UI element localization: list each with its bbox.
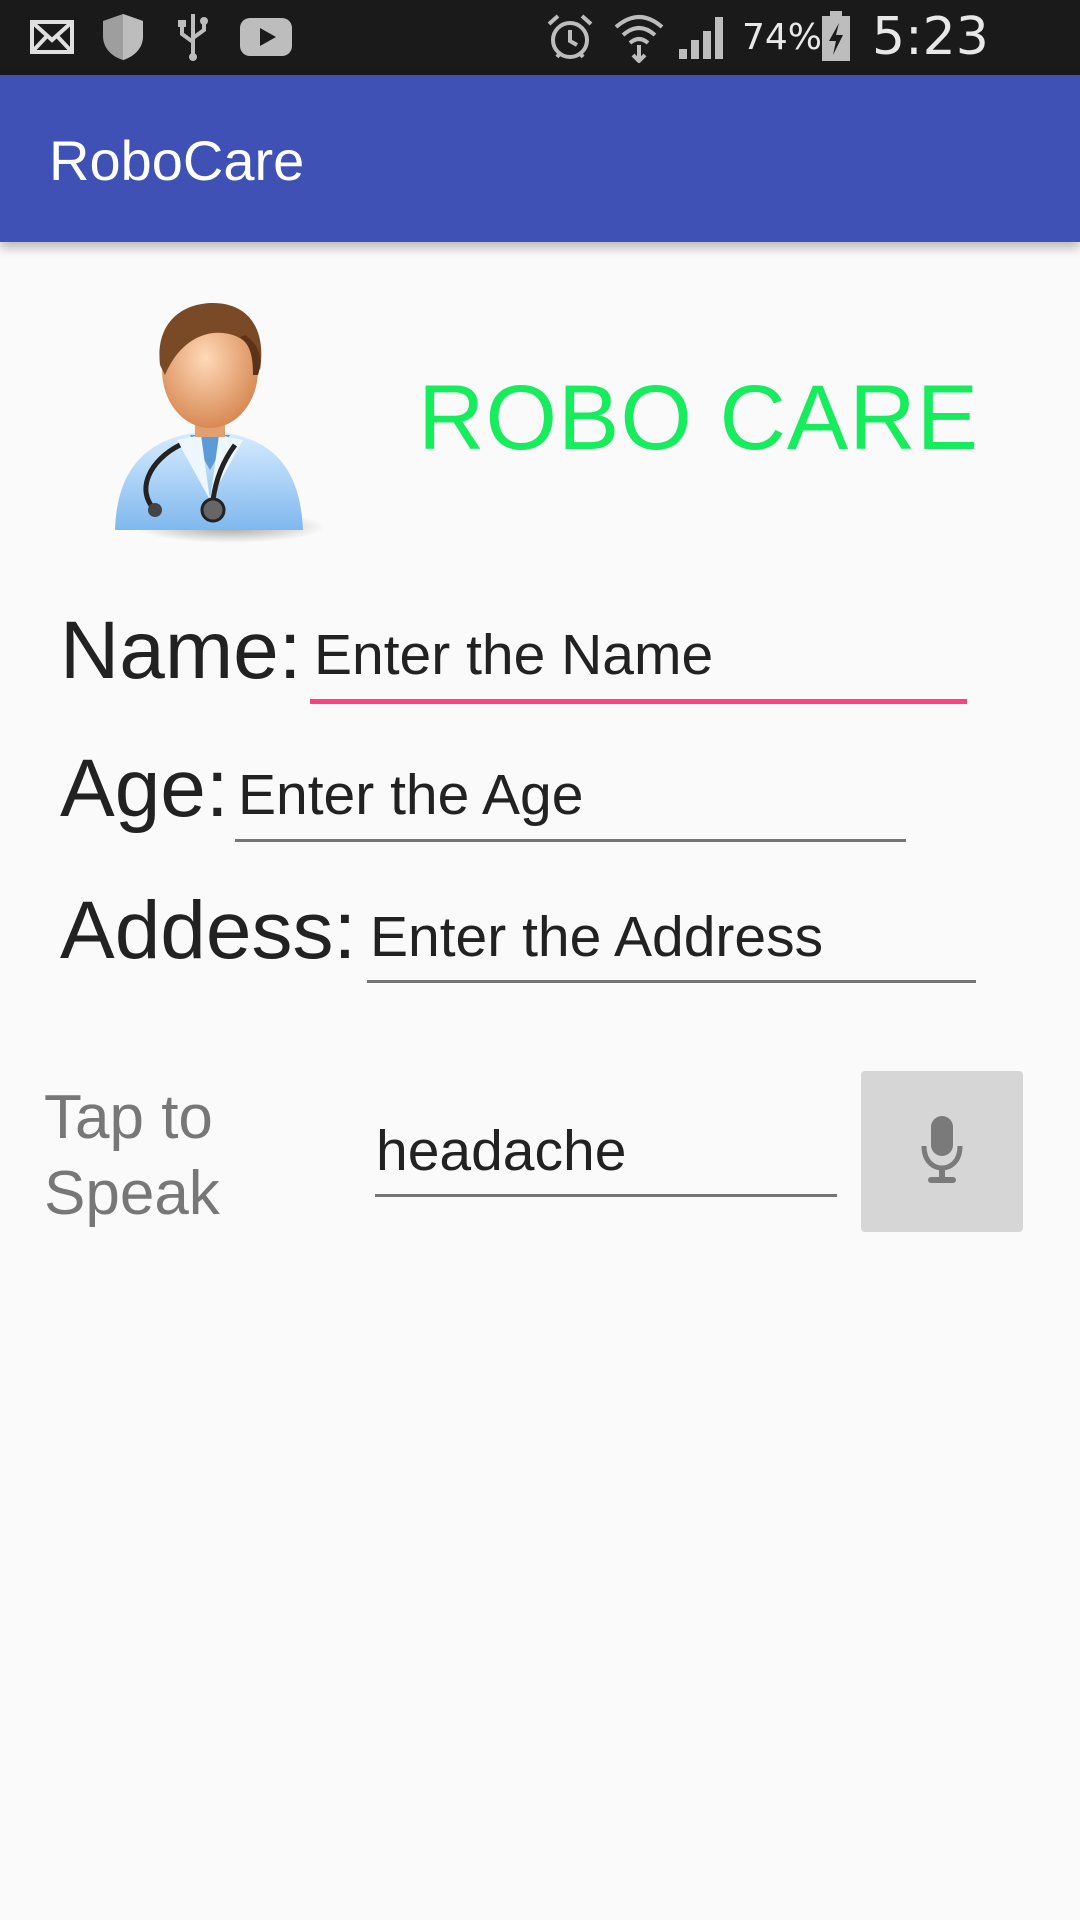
status-bar: 74% 5:23 PM <box>0 0 1080 142</box>
tap-label-line1: Tap to <box>44 1083 213 1152</box>
speech-result-field[interactable]: headache <box>376 1118 626 1184</box>
doctor-avatar <box>95 295 325 545</box>
app-title: RoboCare <box>49 129 305 192</box>
shield-icon <box>98 12 148 62</box>
usb-icon <box>173 12 213 62</box>
battery-charging-icon <box>818 11 854 62</box>
clock: 5:23 PM <box>872 7 989 142</box>
speech-result-underline <box>375 1194 837 1197</box>
tap-to-speak-label: Tap to Speak <box>44 1080 220 1232</box>
address-label: Addess: <box>60 885 357 976</box>
microphone-icon <box>920 1114 964 1189</box>
microphone-button[interactable] <box>861 1071 1023 1232</box>
age-input-underline <box>235 839 906 842</box>
age-input[interactable]: Enter the Age <box>238 762 583 828</box>
name-label: Name: <box>60 605 302 696</box>
signal-icon <box>676 12 730 62</box>
age-label: Age: <box>60 743 229 834</box>
youtube-icon <box>238 12 294 62</box>
battery-percent: 74% <box>742 17 823 58</box>
wifi-icon <box>612 12 666 63</box>
name-input[interactable]: Enter the Name <box>314 622 713 688</box>
mail-icon <box>28 12 76 62</box>
alarm-icon <box>544 12 596 62</box>
tap-label-line2: Speak <box>44 1159 220 1228</box>
address-input[interactable]: Enter the Address <box>370 904 823 970</box>
name-input-underline <box>310 699 967 704</box>
address-input-underline <box>367 980 976 983</box>
brand-title: ROBO CARE <box>418 367 980 469</box>
